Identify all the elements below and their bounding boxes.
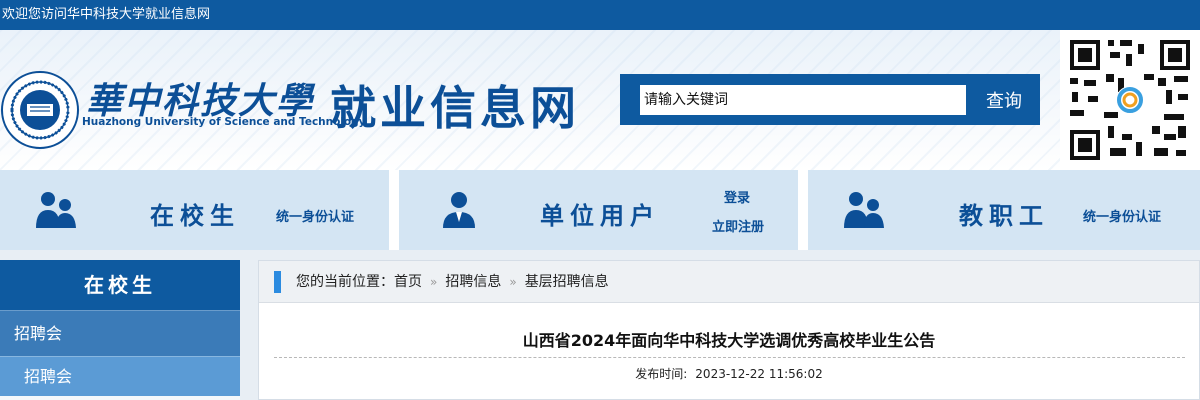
entry-staff[interactable]: 教职工 统一身份认证: [808, 170, 1200, 250]
sidebar-item-job-fair[interactable]: 招聘会: [0, 310, 240, 356]
article-title: 山西省2024年面向华中科技大学选调优秀高校毕业生公告: [522, 331, 936, 350]
user-tie-icon: [443, 192, 475, 228]
top-welcome-bar: 欢迎您访问华中科技大学就业信息网: [0, 0, 1200, 30]
breadcrumb-recruit-link[interactable]: 招聘信息: [445, 274, 501, 290]
student-sso-link[interactable]: 统一身份认证: [276, 206, 354, 225]
entry-student[interactable]: 在校生 统一身份认证: [0, 170, 389, 250]
breadcrumb-home-link[interactable]: 首页: [394, 274, 422, 290]
main-content: 您的当前位置：首页 » 招聘信息 » 基层招聘信息 山西省2024年面向华中科技大学选调…: [258, 260, 1200, 400]
site-header: 華中科技大學 Huazhong University of Science an…: [0, 30, 1200, 170]
sidebar: 在校生 招聘会 招聘会: [0, 260, 240, 400]
entrance-row: 在校生 统一身份认证 单位用户 登录 立即注册 教职工 统一身份认证: [0, 170, 1200, 250]
title-divider: [274, 357, 1185, 358]
welcome-text: 欢迎您访问华中科技大学就业信息网: [2, 7, 211, 22]
breadcrumb-separator: »: [430, 275, 438, 289]
users-icon: [844, 192, 884, 228]
sidebar-title: 在校生: [0, 260, 240, 310]
users-icon: [36, 192, 76, 228]
breadcrumb: 您的当前位置：首页 » 招聘信息 » 基层招聘信息: [259, 261, 1199, 303]
qr-code-icon: [1060, 30, 1200, 170]
employer-register-link[interactable]: 立即注册: [712, 216, 764, 235]
publish-info: 发布时间: 2023-12-22 11:56:02: [259, 365, 1199, 382]
search-button[interactable]: 查询: [968, 74, 1040, 125]
breadcrumb-grassroots-link[interactable]: 基层招聘信息: [525, 274, 609, 290]
search-input[interactable]: [640, 85, 966, 115]
employer-login-link[interactable]: 登录: [724, 187, 750, 206]
university-name-en: Huazhong University of Science and Techn…: [82, 116, 366, 128]
publish-label: 发布时间:: [635, 367, 688, 381]
breadcrumb-marker: [274, 271, 281, 293]
entry-student-label: 在校生: [150, 202, 240, 230]
entry-employer[interactable]: 单位用户 登录 立即注册: [399, 170, 798, 250]
university-seal-icon[interactable]: [0, 70, 80, 150]
site-title[interactable]: 就业信息网: [330, 72, 580, 138]
breadcrumb-prefix: 您的当前位置：: [296, 274, 394, 290]
entry-employer-label: 单位用户: [540, 202, 660, 230]
staff-sso-link[interactable]: 统一身份认证: [1083, 206, 1161, 225]
publish-time: 2023-12-22 11:56:02: [695, 367, 823, 381]
breadcrumb-separator: »: [509, 275, 517, 289]
sidebar-subitem-job-fair[interactable]: 招聘会: [0, 356, 240, 396]
search-bar: 查询: [620, 74, 1040, 125]
entry-staff-label: 教职工: [959, 202, 1049, 230]
